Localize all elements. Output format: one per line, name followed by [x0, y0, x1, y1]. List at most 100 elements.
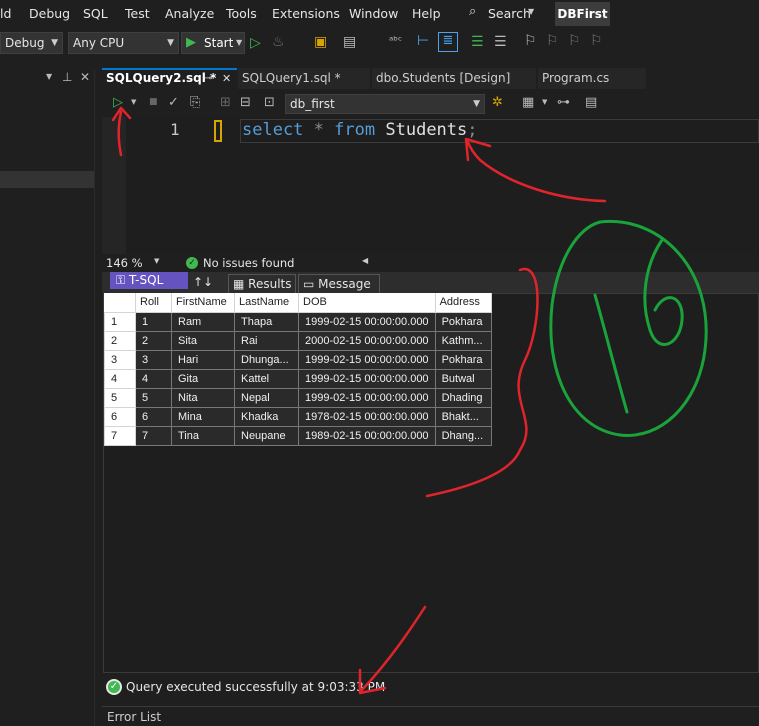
- error-list-tab[interactable]: Error List: [102, 706, 759, 726]
- table-row[interactable]: 6 6 Mina Khadka 1978-02-15 00:00:00.000 …: [104, 406, 492, 427]
- table-cell[interactable]: Mina: [171, 406, 235, 427]
- format-icon[interactable]: ≣: [438, 32, 458, 52]
- results-grid[interactable]: Roll FirstName LastName DOB Address 1 1 …: [104, 293, 492, 446]
- table-cell[interactable]: Dhang...: [434, 425, 492, 446]
- layout-icon[interactable]: ▤: [343, 34, 356, 50]
- bookmark-prev-icon[interactable]: ⚐: [546, 33, 559, 49]
- bookmark-next-icon[interactable]: ⚐: [568, 33, 581, 49]
- execute-icon[interactable]: ▷: [113, 95, 123, 110]
- scroll-left-icon[interactable]: ◀: [362, 256, 368, 265]
- column-header-dob[interactable]: DOB: [298, 293, 436, 313]
- search-button[interactable]: ⌕ Search ▼: [466, 3, 538, 25]
- issues-status[interactable]: No issues found: [203, 256, 294, 270]
- chevron-down-icon[interactable]: ▼: [131, 98, 136, 106]
- folder-icon[interactable]: ▣: [314, 34, 327, 50]
- table-cell[interactable]: Kattel: [234, 368, 299, 389]
- table-cell[interactable]: Pokhara: [434, 311, 492, 332]
- table-cell[interactable]: Kathm...: [434, 330, 492, 351]
- align-icon[interactable]: ⊢: [417, 33, 429, 49]
- zoom-level[interactable]: 146 %: [106, 256, 143, 270]
- chevron-down-icon[interactable]: ▼: [542, 98, 547, 106]
- table-cell[interactable]: Dhunga...: [234, 349, 299, 370]
- start-without-debugging-icon[interactable]: ▷: [250, 35, 261, 51]
- table-cell[interactable]: Bhakt...: [434, 406, 492, 427]
- check-icon[interactable]: ✓: [168, 95, 179, 110]
- table-cell[interactable]: Nita: [171, 387, 235, 408]
- tab-program-cs[interactable]: Program.cs: [538, 68, 646, 89]
- table-cell[interactable]: 1989-02-15 00:00:00.000: [298, 425, 436, 446]
- tab-sqlquery1[interactable]: SQLQuery1.sql *: [238, 68, 370, 89]
- column-header-lastname[interactable]: LastName: [234, 293, 299, 313]
- row-number-header[interactable]: [104, 293, 136, 313]
- table-cell[interactable]: 4: [135, 368, 172, 389]
- schema-compare-icon[interactable]: ⊶: [557, 95, 570, 110]
- row-number[interactable]: 3: [104, 349, 136, 370]
- start-button[interactable]: ▶ Start ▼: [181, 32, 245, 54]
- selected-tree-item[interactable]: [0, 171, 94, 188]
- stop-icon[interactable]: ■: [149, 97, 158, 107]
- table-row[interactable]: 4 4 Gita Kattel 1999-02-15 00:00:00.000 …: [104, 368, 492, 389]
- table-row[interactable]: 2 2 Sita Rai 2000-02-15 00:00:00.000 Kat…: [104, 330, 492, 351]
- table-row[interactable]: 1 1 Ram Thapa 1999-02-15 00:00:00.000 Po…: [104, 311, 492, 332]
- table-cell[interactable]: 1999-02-15 00:00:00.000: [298, 368, 436, 389]
- table-row[interactable]: 7 7 Tina Neupane 1989-02-15 00:00:00.000…: [104, 425, 492, 446]
- row-number[interactable]: 6: [104, 406, 136, 427]
- menu-tools[interactable]: Tools: [226, 6, 257, 21]
- chevron-down-icon[interactable]: ▼: [46, 72, 52, 81]
- table-cell[interactable]: Tina: [171, 425, 235, 446]
- table-cell[interactable]: 1: [135, 311, 172, 332]
- table-cell[interactable]: 1999-02-15 00:00:00.000: [298, 387, 436, 408]
- bookmark-clear-icon[interactable]: ⚐: [590, 33, 603, 49]
- table-cell[interactable]: 2: [135, 330, 172, 351]
- close-icon[interactable]: ✕: [80, 70, 90, 84]
- column-header-firstname[interactable]: FirstName: [171, 293, 235, 313]
- properties-icon[interactable]: ▤: [585, 95, 597, 110]
- sql-code-line[interactable]: select * from Students;: [242, 119, 478, 141]
- table-cell[interactable]: 1978-02-15 00:00:00.000: [298, 406, 436, 427]
- table-cell[interactable]: Gita: [171, 368, 235, 389]
- change-connection-icon[interactable]: ⊡: [264, 95, 275, 110]
- menu-test[interactable]: Test: [125, 6, 150, 21]
- menu-sql[interactable]: SQL: [83, 6, 108, 21]
- row-number[interactable]: 2: [104, 330, 136, 351]
- connect-icon[interactable]: ⊞: [220, 95, 231, 110]
- indent-icon[interactable]: ☰: [471, 34, 484, 50]
- menu-analyze[interactable]: Analyze: [165, 6, 214, 21]
- bookmark-icon[interactable]: ⚐: [524, 33, 537, 49]
- table-row[interactable]: 5 5 Nita Nepal 1999-02-15 00:00:00.000 D…: [104, 387, 492, 408]
- tab-messages[interactable]: ▭ Message: [298, 274, 380, 293]
- configuration-dropdown[interactable]: Debug ▼: [0, 32, 63, 54]
- row-number[interactable]: 7: [104, 425, 136, 446]
- table-cell[interactable]: Ram: [171, 311, 235, 332]
- pin-icon[interactable]: ⊸: [204, 70, 212, 87]
- results-grid-icon[interactable]: ▦: [522, 95, 534, 110]
- outdent-icon[interactable]: ☰: [494, 34, 507, 50]
- table-cell[interactable]: Pokhara: [434, 349, 492, 370]
- menu-extensions[interactable]: Extensions: [272, 6, 340, 21]
- table-cell[interactable]: 2000-02-15 00:00:00.000: [298, 330, 436, 351]
- row-number[interactable]: 4: [104, 368, 136, 389]
- table-cell[interactable]: 3: [135, 349, 172, 370]
- plan-icon[interactable]: ⎘: [190, 95, 200, 110]
- menu-help[interactable]: Help: [412, 6, 441, 21]
- table-cell[interactable]: Butwal: [434, 368, 492, 389]
- table-cell[interactable]: 6: [135, 406, 172, 427]
- tab-tsql[interactable]: ⚿ T-SQL: [110, 272, 188, 289]
- table-cell[interactable]: Hari: [171, 349, 235, 370]
- table-cell[interactable]: 1999-02-15 00:00:00.000: [298, 311, 436, 332]
- platform-dropdown[interactable]: Any CPU ▼: [68, 32, 179, 54]
- menu-debug[interactable]: Debug: [29, 6, 70, 21]
- table-cell[interactable]: Sita: [171, 330, 235, 351]
- spellcheck-icon[interactable]: ᵃᵇᶜ: [389, 34, 402, 47]
- chevron-down-icon[interactable]: ▼: [154, 257, 159, 265]
- column-header-address[interactable]: Address: [435, 293, 492, 313]
- table-row[interactable]: 3 3 Hari Dhunga... 1999-02-15 00:00:00.0…: [104, 349, 492, 370]
- row-number[interactable]: 1: [104, 311, 136, 332]
- tab-sqlquery2[interactable]: SQLQuery2.sql * ⊸ ✕: [102, 68, 237, 89]
- close-icon[interactable]: ✕: [222, 70, 231, 87]
- table-cell[interactable]: Neupane: [234, 425, 299, 446]
- row-number[interactable]: 5: [104, 387, 136, 408]
- query-options-icon[interactable]: ✲: [492, 95, 503, 110]
- menu-window[interactable]: Window: [349, 6, 398, 21]
- table-cell[interactable]: 1999-02-15 00:00:00.000: [298, 349, 436, 370]
